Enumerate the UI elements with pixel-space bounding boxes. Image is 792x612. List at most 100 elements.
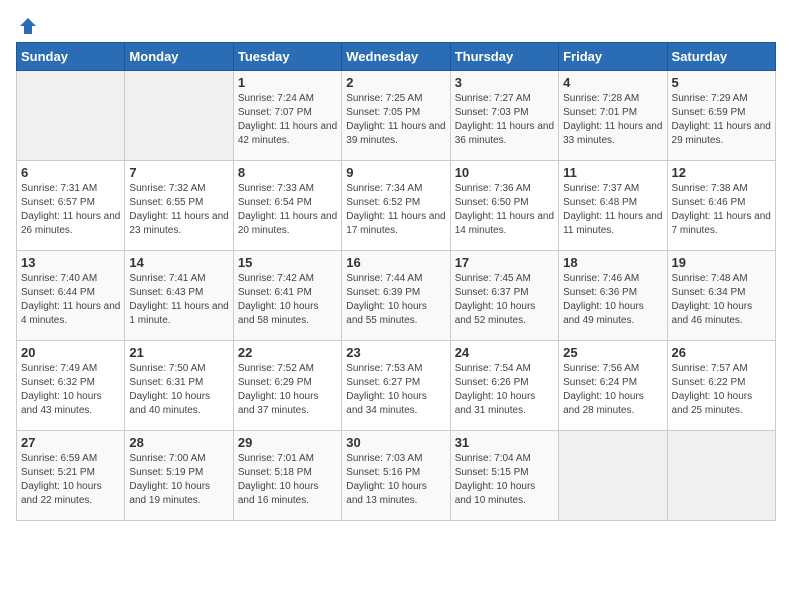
calendar-day-cell: 11 Sunrise: 7:37 AM Sunset: 6:48 PM Dayl… (559, 161, 667, 251)
sunset-text: Sunset: 6:41 PM (238, 287, 312, 298)
day-number: 26 (672, 345, 771, 360)
calendar-day-cell: 31 Sunrise: 7:04 AM Sunset: 5:15 PM Dayl… (450, 431, 558, 521)
calendar-day-cell: 23 Sunrise: 7:53 AM Sunset: 6:27 PM Dayl… (342, 341, 450, 431)
daylight-text: Daylight: 10 hours and 55 minutes. (346, 301, 427, 326)
daylight-text: Daylight: 11 hours and 36 minutes. (455, 121, 554, 146)
sunrise-text: Sunrise: 7:50 AM (129, 363, 205, 374)
day-number: 11 (563, 165, 662, 180)
day-of-week-header: Monday (125, 43, 233, 71)
daylight-text: Daylight: 11 hours and 26 minutes. (21, 211, 120, 236)
calendar-day-cell: 17 Sunrise: 7:45 AM Sunset: 6:37 PM Dayl… (450, 251, 558, 341)
sunrise-text: Sunrise: 7:27 AM (455, 93, 531, 104)
sunset-text: Sunset: 7:07 PM (238, 107, 312, 118)
day-info: Sunrise: 7:33 AM Sunset: 6:54 PM Dayligh… (238, 182, 337, 238)
sunrise-text: Sunrise: 7:54 AM (455, 363, 531, 374)
day-info: Sunrise: 7:00 AM Sunset: 5:19 PM Dayligh… (129, 452, 228, 508)
daylight-text: Daylight: 11 hours and 42 minutes. (238, 121, 337, 146)
day-number: 1 (238, 75, 337, 90)
day-number: 8 (238, 165, 337, 180)
calendar-day-cell: 8 Sunrise: 7:33 AM Sunset: 6:54 PM Dayli… (233, 161, 341, 251)
daylight-text: Daylight: 11 hours and 7 minutes. (672, 211, 771, 236)
sunset-text: Sunset: 7:01 PM (563, 107, 637, 118)
calendar-day-cell: 1 Sunrise: 7:24 AM Sunset: 7:07 PM Dayli… (233, 71, 341, 161)
day-number: 4 (563, 75, 662, 90)
day-info: Sunrise: 7:42 AM Sunset: 6:41 PM Dayligh… (238, 272, 337, 328)
sunset-text: Sunset: 5:16 PM (346, 467, 420, 478)
day-of-week-header: Thursday (450, 43, 558, 71)
sunrise-text: Sunrise: 7:52 AM (238, 363, 314, 374)
day-number: 25 (563, 345, 662, 360)
sunrise-text: Sunrise: 7:45 AM (455, 273, 531, 284)
sunrise-text: Sunrise: 7:29 AM (672, 93, 748, 104)
daylight-text: Daylight: 10 hours and 19 minutes. (129, 481, 210, 506)
calendar-day-cell (125, 71, 233, 161)
sunrise-text: Sunrise: 7:28 AM (563, 93, 639, 104)
day-number: 16 (346, 255, 445, 270)
sunset-text: Sunset: 5:19 PM (129, 467, 203, 478)
day-number: 13 (21, 255, 120, 270)
day-info: Sunrise: 7:31 AM Sunset: 6:57 PM Dayligh… (21, 182, 120, 238)
daylight-text: Daylight: 10 hours and 22 minutes. (21, 481, 102, 506)
calendar-day-cell: 22 Sunrise: 7:52 AM Sunset: 6:29 PM Dayl… (233, 341, 341, 431)
sunrise-text: Sunrise: 7:41 AM (129, 273, 205, 284)
daylight-text: Daylight: 10 hours and 10 minutes. (455, 481, 536, 506)
calendar-day-cell: 15 Sunrise: 7:42 AM Sunset: 6:41 PM Dayl… (233, 251, 341, 341)
sunrise-text: Sunrise: 7:36 AM (455, 183, 531, 194)
daylight-text: Daylight: 11 hours and 1 minute. (129, 301, 228, 326)
calendar-day-cell: 25 Sunrise: 7:56 AM Sunset: 6:24 PM Dayl… (559, 341, 667, 431)
sunset-text: Sunset: 6:39 PM (346, 287, 420, 298)
day-info: Sunrise: 7:50 AM Sunset: 6:31 PM Dayligh… (129, 362, 228, 418)
day-number: 23 (346, 345, 445, 360)
sunrise-text: Sunrise: 7:42 AM (238, 273, 314, 284)
day-number: 27 (21, 435, 120, 450)
daylight-text: Daylight: 11 hours and 39 minutes. (346, 121, 445, 146)
daylight-text: Daylight: 10 hours and 28 minutes. (563, 391, 644, 416)
sunrise-text: Sunrise: 7:49 AM (21, 363, 97, 374)
logo-icon (18, 16, 38, 36)
daylight-text: Daylight: 10 hours and 13 minutes. (346, 481, 427, 506)
day-info: Sunrise: 7:48 AM Sunset: 6:34 PM Dayligh… (672, 272, 771, 328)
day-number: 19 (672, 255, 771, 270)
day-info: Sunrise: 7:57 AM Sunset: 6:22 PM Dayligh… (672, 362, 771, 418)
day-number: 22 (238, 345, 337, 360)
calendar-day-cell: 13 Sunrise: 7:40 AM Sunset: 6:44 PM Dayl… (17, 251, 125, 341)
sunrise-text: Sunrise: 7:53 AM (346, 363, 422, 374)
sunrise-text: Sunrise: 7:40 AM (21, 273, 97, 284)
sunrise-text: Sunrise: 7:46 AM (563, 273, 639, 284)
day-info: Sunrise: 7:01 AM Sunset: 5:18 PM Dayligh… (238, 452, 337, 508)
calendar-day-cell: 5 Sunrise: 7:29 AM Sunset: 6:59 PM Dayli… (667, 71, 775, 161)
day-info: Sunrise: 7:32 AM Sunset: 6:55 PM Dayligh… (129, 182, 228, 238)
day-info: Sunrise: 7:24 AM Sunset: 7:07 PM Dayligh… (238, 92, 337, 148)
sunset-text: Sunset: 6:31 PM (129, 377, 203, 388)
logo (16, 16, 38, 32)
sunrise-text: Sunrise: 7:56 AM (563, 363, 639, 374)
sunset-text: Sunset: 6:54 PM (238, 197, 312, 208)
calendar-day-cell: 24 Sunrise: 7:54 AM Sunset: 6:26 PM Dayl… (450, 341, 558, 431)
calendar-week-row: 6 Sunrise: 7:31 AM Sunset: 6:57 PM Dayli… (17, 161, 776, 251)
daylight-text: Daylight: 11 hours and 11 minutes. (563, 211, 662, 236)
day-info: Sunrise: 7:34 AM Sunset: 6:52 PM Dayligh… (346, 182, 445, 238)
sunset-text: Sunset: 6:46 PM (672, 197, 746, 208)
calendar-day-cell: 28 Sunrise: 7:00 AM Sunset: 5:19 PM Dayl… (125, 431, 233, 521)
sunset-text: Sunset: 6:50 PM (455, 197, 529, 208)
daylight-text: Daylight: 10 hours and 34 minutes. (346, 391, 427, 416)
calendar-day-cell: 16 Sunrise: 7:44 AM Sunset: 6:39 PM Dayl… (342, 251, 450, 341)
sunrise-text: Sunrise: 7:33 AM (238, 183, 314, 194)
day-number: 17 (455, 255, 554, 270)
sunset-text: Sunset: 6:29 PM (238, 377, 312, 388)
day-info: Sunrise: 7:41 AM Sunset: 6:43 PM Dayligh… (129, 272, 228, 328)
daylight-text: Daylight: 10 hours and 49 minutes. (563, 301, 644, 326)
calendar-day-cell: 30 Sunrise: 7:03 AM Sunset: 5:16 PM Dayl… (342, 431, 450, 521)
day-number: 7 (129, 165, 228, 180)
sunset-text: Sunset: 6:43 PM (129, 287, 203, 298)
day-of-week-header: Saturday (667, 43, 775, 71)
sunset-text: Sunset: 6:48 PM (563, 197, 637, 208)
sunrise-text: Sunrise: 7:32 AM (129, 183, 205, 194)
calendar-week-row: 20 Sunrise: 7:49 AM Sunset: 6:32 PM Dayl… (17, 341, 776, 431)
sunrise-text: Sunrise: 7:01 AM (238, 453, 314, 464)
sunset-text: Sunset: 6:52 PM (346, 197, 420, 208)
calendar-day-cell (559, 431, 667, 521)
sunset-text: Sunset: 6:32 PM (21, 377, 95, 388)
sunset-text: Sunset: 6:34 PM (672, 287, 746, 298)
day-number: 29 (238, 435, 337, 450)
